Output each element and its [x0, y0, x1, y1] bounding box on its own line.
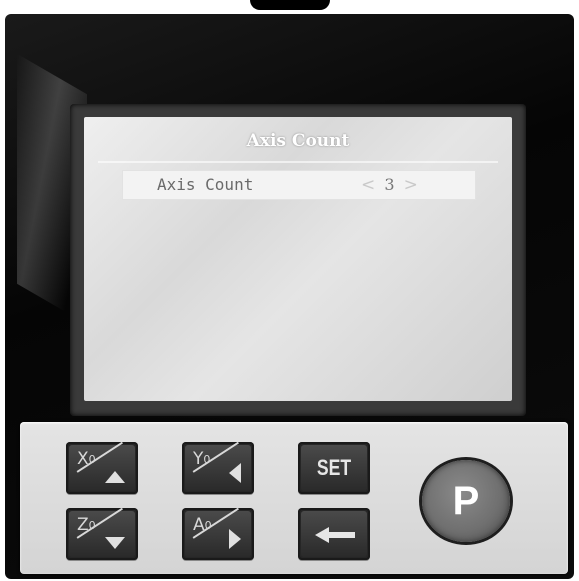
back-button[interactable]: [298, 508, 370, 560]
a-axis-right-button[interactable]: A0: [182, 507, 254, 560]
z-axis-down-button[interactable]: Z0: [66, 507, 138, 560]
chevron-left-icon[interactable]: <: [361, 175, 377, 195]
menu-item-axis-count[interactable]: Axis Count < 3 >: [122, 170, 476, 200]
menu-item-value-selector[interactable]: < 3 >: [361, 175, 420, 195]
y-axis-left-button[interactable]: Y0: [182, 441, 254, 494]
lcd-screen: Axis Count Axis Count < 3 >: [84, 117, 512, 401]
menu-item-label: Axis Count: [157, 175, 254, 194]
arrow-up-icon: [105, 471, 125, 483]
arrow-left-icon: [229, 463, 241, 483]
top-edge-fragment: [250, 0, 330, 10]
arrow-right-icon: [229, 529, 241, 549]
menu-item-value: 3: [384, 175, 397, 194]
set-button[interactable]: SET: [298, 442, 370, 494]
title-divider: [98, 161, 498, 163]
screen-title: Axis Count: [246, 131, 350, 151]
p-label: P: [452, 479, 480, 523]
keypad-panel: X0 Y0 SET Z0 A: [20, 422, 568, 574]
x-axis-up-button[interactable]: X0: [66, 441, 138, 494]
p-button[interactable]: P: [422, 460, 510, 542]
arrow-down-icon: [105, 537, 125, 549]
set-label: SET: [316, 455, 352, 480]
chevron-right-icon[interactable]: >: [404, 175, 420, 195]
back-arrow-icon: [315, 527, 355, 543]
device-photo: Axis Count Axis Count < 3 > X0 Y0: [0, 0, 579, 581]
